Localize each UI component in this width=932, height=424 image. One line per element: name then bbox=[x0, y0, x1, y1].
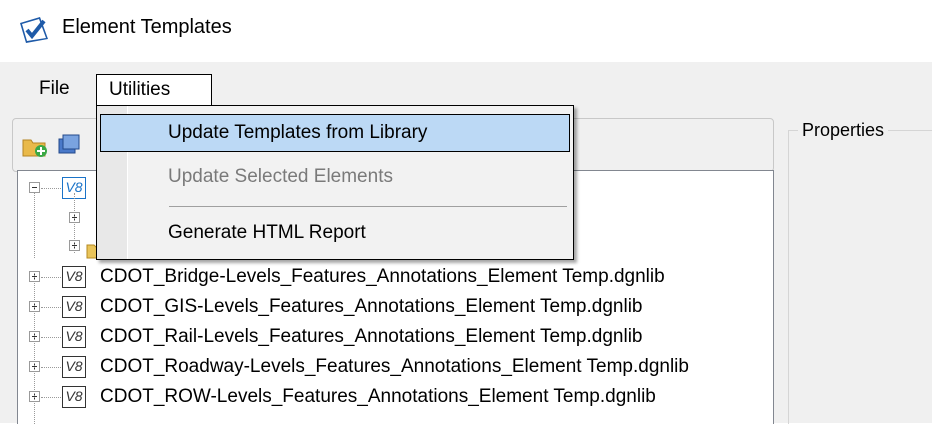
dgn-file-icon: V8 bbox=[62, 266, 86, 288]
menu-utilities[interactable]: Utilities bbox=[96, 74, 212, 106]
properties-group bbox=[788, 130, 932, 424]
dgn-file-icon: V8 bbox=[62, 356, 86, 378]
tree-file-row[interactable]: V8 CDOT_ROW-Levels_Features_Annotations_… bbox=[18, 383, 773, 413]
tree-file-name: CDOT_Rail-Levels_Features_Annotations_El… bbox=[100, 326, 643, 347]
tree-file-name: CDOT_Bridge-Levels_Features_Annotations_… bbox=[100, 266, 665, 287]
title-bar: Element Templates bbox=[0, 0, 932, 62]
utilities-dropdown-menu: Update Templates from Library Update Sel… bbox=[96, 105, 574, 260]
menu-bar: File Utilities bbox=[0, 68, 932, 106]
tree-file-row[interactable]: V8 CDOT_Rail-Levels_Features_Annotations… bbox=[18, 323, 773, 353]
dgn-file-icon: V8 bbox=[62, 326, 86, 348]
menu-file[interactable]: File bbox=[31, 74, 78, 106]
menu-item-update-selected-elements: Update Selected Elements bbox=[168, 166, 393, 187]
tree-file-name: CDOT_Roadway-Levels_Features_Annotations… bbox=[100, 356, 689, 377]
tree-file-row[interactable]: V8 CDOT_Bridge-Levels_Features_Annotatio… bbox=[18, 263, 773, 293]
tree-file-row[interactable]: V8 CDOT_Roadway-Levels_Features_Annotati… bbox=[18, 353, 773, 383]
collapse-icon[interactable] bbox=[29, 182, 40, 193]
app-icon bbox=[20, 17, 48, 43]
menu-item-generate-html-report[interactable]: Generate HTML Report bbox=[100, 214, 570, 252]
new-folder-icon[interactable] bbox=[21, 133, 49, 159]
window-title: Element Templates bbox=[62, 16, 232, 38]
menu-item-update-templates-from-library[interactable]: Update Templates from Library bbox=[100, 114, 570, 152]
tree-file-name: CDOT_GIS-Levels_Features_Annotations_Ele… bbox=[100, 296, 643, 317]
template-tool-icon[interactable] bbox=[55, 133, 83, 159]
dgn-file-icon: V8 bbox=[62, 386, 86, 408]
menu-separator bbox=[169, 206, 567, 207]
dgn-file-icon: V8 bbox=[62, 296, 86, 318]
properties-label: Properties bbox=[798, 120, 889, 141]
tree-file-row[interactable]: V8 CDOT_GIS-Levels_Features_Annotations_… bbox=[18, 293, 773, 323]
tree-file-name: CDOT_ROW-Levels_Features_Annotations_Ele… bbox=[100, 386, 656, 407]
